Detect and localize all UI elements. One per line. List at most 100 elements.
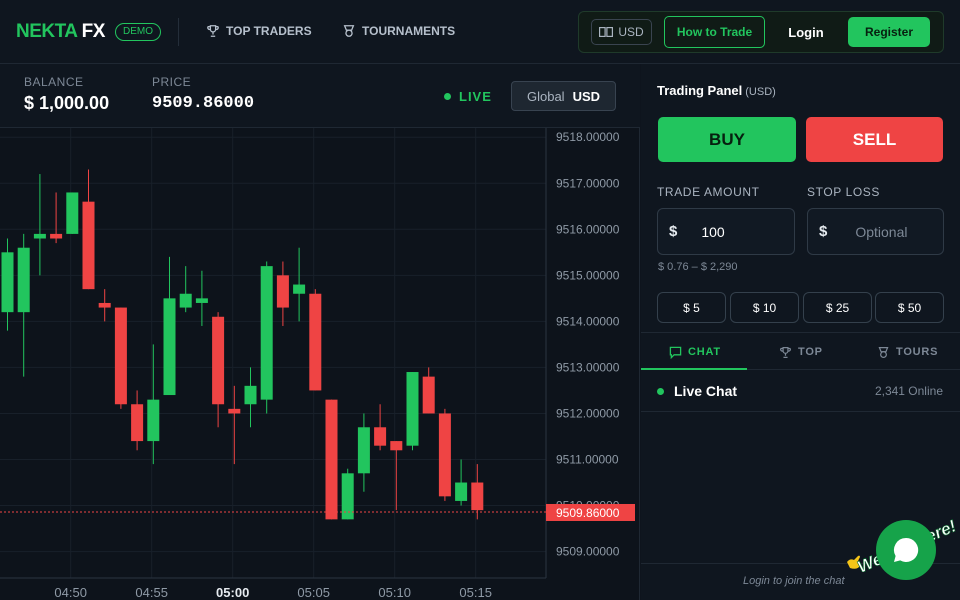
candle-body[interactable] xyxy=(179,293,192,308)
candle-body[interactable] xyxy=(374,427,387,446)
price-tick-label: 9515.00000 xyxy=(556,268,620,282)
tab-top[interactable]: TOP xyxy=(779,333,823,371)
time-tick-label: 05:00 xyxy=(216,585,249,600)
header-divider xyxy=(178,18,179,46)
trophy-icon xyxy=(207,25,219,37)
columns-icon xyxy=(599,27,614,37)
buy-button[interactable]: BUY xyxy=(658,117,796,162)
price-tick-label: 9514.00000 xyxy=(556,314,620,328)
panel-title: Trading Panel (USD) xyxy=(657,83,776,98)
brand-logo[interactable]: NEKTA FX xyxy=(16,21,105,43)
live-dot-icon xyxy=(444,93,451,100)
logo-text-primary: NEKTA xyxy=(16,21,77,42)
register-button[interactable]: Register xyxy=(848,17,930,47)
stop-loss-field[interactable]: $ Optional xyxy=(807,208,944,255)
time-tick-label: 05:10 xyxy=(378,585,411,600)
login-button[interactable]: Login xyxy=(778,16,834,48)
price-label: PRICE xyxy=(152,75,192,89)
price-value: 9509.86000 xyxy=(152,94,255,113)
candle-body[interactable] xyxy=(471,482,484,511)
scope-selector[interactable]: Global USD xyxy=(511,81,616,111)
candle-body[interactable] xyxy=(195,298,208,303)
candle-body[interactable] xyxy=(390,441,403,451)
candle-body[interactable] xyxy=(50,233,63,239)
panel-title-text: Trading Panel xyxy=(657,83,743,98)
candle-body[interactable] xyxy=(163,298,176,396)
time-tick-label: 04:50 xyxy=(54,585,87,600)
trade-range-hint: $ 0.76 – $ 2,290 xyxy=(658,261,738,273)
chat-icon xyxy=(669,346,682,359)
time-tick-label: 05:15 xyxy=(459,585,492,600)
candle-body[interactable] xyxy=(260,266,273,400)
nav-tournaments[interactable]: TOURNAMENTS xyxy=(342,24,455,38)
candle-body[interactable] xyxy=(33,233,46,239)
candle-body[interactable] xyxy=(147,399,160,442)
candle-body[interactable] xyxy=(309,293,322,391)
chat-title: Live Chat xyxy=(674,383,738,399)
candle-body[interactable] xyxy=(341,473,354,520)
sell-button[interactable]: SELL xyxy=(806,117,943,162)
current-price-label: 9509.86000 xyxy=(556,506,620,520)
candle-body[interactable] xyxy=(293,284,306,294)
price-tick-label: 9517.00000 xyxy=(556,176,620,190)
tab-chat[interactable]: CHAT xyxy=(669,333,721,371)
badge-icon xyxy=(878,346,889,358)
candle-body[interactable] xyxy=(244,385,257,405)
candle-body[interactable] xyxy=(212,316,225,405)
badge-icon xyxy=(343,25,355,37)
candle-body[interactable] xyxy=(406,372,419,446)
chat-widget-button[interactable] xyxy=(876,520,936,580)
balance-value: $ 1,000.00 xyxy=(24,93,110,113)
trade-amount-label: TRADE AMOUNT xyxy=(657,185,760,199)
trade-amount-currency: $ xyxy=(669,223,678,240)
panel-title-unit: (USD) xyxy=(745,86,776,98)
chart-area: BALANCE $ 1,000.00 PRICE 9509.86000 LIVE… xyxy=(0,64,640,600)
quick-amount-button[interactable]: $ 10 xyxy=(730,292,799,323)
tab-top-label: TOP xyxy=(798,346,823,358)
live-label: LIVE xyxy=(459,89,492,104)
stop-loss-label: STOP LOSS xyxy=(807,185,880,199)
tab-tours[interactable]: TOURS xyxy=(877,333,938,371)
candle-body[interactable] xyxy=(455,482,468,501)
candle-body[interactable] xyxy=(1,252,14,313)
price-tick-label: 9512.00000 xyxy=(556,406,620,420)
candle-body[interactable] xyxy=(276,275,289,308)
nav-top-traders[interactable]: TOP TRADERS xyxy=(206,24,312,38)
tab-tours-label: TOURS xyxy=(896,346,939,358)
candle-body[interactable] xyxy=(82,201,95,290)
demo-badge: DEMO xyxy=(115,23,161,41)
trade-amount-value: 100 xyxy=(701,223,725,240)
online-count: 2,341 Online xyxy=(874,384,943,398)
scope-label: Global xyxy=(526,88,565,104)
panel-tabs: CHAT TOP TOURS xyxy=(641,332,960,370)
candle-body[interactable] xyxy=(131,404,144,442)
candle-body[interactable] xyxy=(228,408,241,414)
quick-amount-button[interactable]: $ 25 xyxy=(803,292,872,323)
chat-login-hint: Login to join the chat xyxy=(743,575,845,587)
time-tick-label: 04:55 xyxy=(135,585,168,600)
trophy-icon xyxy=(780,346,791,358)
quick-amount-button[interactable]: $ 5 xyxy=(657,292,726,323)
price-tick-label: 9513.00000 xyxy=(556,360,620,374)
candle-body[interactable] xyxy=(438,413,451,497)
quick-amount-button[interactable]: $ 50 xyxy=(875,292,944,323)
trade-amount-field[interactable]: $ 100 xyxy=(657,208,795,255)
price-tick-label: 9511.00000 xyxy=(556,453,619,467)
candle-body[interactable] xyxy=(17,247,30,313)
chat-header: Live Chat 2,341 Online xyxy=(641,370,960,412)
nav-tournaments-label: TOURNAMENTS xyxy=(362,24,456,38)
how-to-trade-button[interactable]: How to Trade xyxy=(664,16,765,48)
scope-currency: USD xyxy=(572,88,601,104)
candle-body[interactable] xyxy=(66,192,79,234)
candle-body[interactable] xyxy=(422,376,435,414)
candle-body[interactable] xyxy=(325,399,338,520)
candle-body[interactable] xyxy=(114,307,127,405)
top-header: NEKTA FX DEMO TOP TRADERS TOURNAMENTS US… xyxy=(0,0,960,64)
currency-selector[interactable]: USD xyxy=(591,19,652,45)
nav-top-traders-label: TOP TRADERS xyxy=(226,24,312,38)
candle-body[interactable] xyxy=(98,302,111,308)
price-tick-label: 9518.00000 xyxy=(556,130,620,144)
stop-loss-placeholder: Optional xyxy=(855,223,908,240)
candle-body[interactable] xyxy=(357,427,370,474)
candlestick-chart[interactable]: 9509.000009510.000009511.000009512.00000… xyxy=(0,128,640,600)
